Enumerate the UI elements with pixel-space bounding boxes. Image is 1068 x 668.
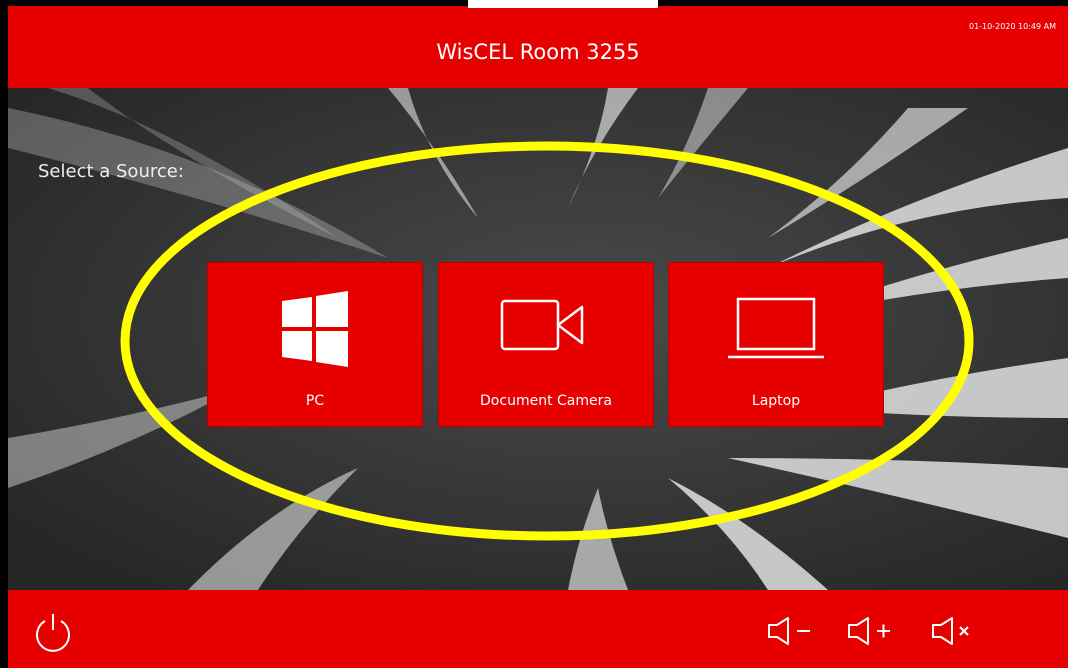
source-button-pc[interactable]: PC xyxy=(207,262,423,427)
volume-down-icon xyxy=(768,617,810,645)
power-icon xyxy=(36,614,70,652)
select-source-label: Select a Source: xyxy=(38,161,184,182)
laptop-icon xyxy=(728,297,824,359)
power-button[interactable] xyxy=(32,612,74,658)
mute-icon xyxy=(932,617,969,645)
source-selection-area: Select a Source: PC Document Camera Lapt… xyxy=(8,88,1068,590)
mute-button[interactable] xyxy=(930,616,986,650)
source-label-laptop: Laptop xyxy=(751,393,801,409)
volume-up-button[interactable] xyxy=(846,616,902,650)
volume-up-icon xyxy=(848,617,890,645)
touch-panel-screen: WisCEL Room 3255 01-10-2020 10:49 AM Sel… xyxy=(0,0,1068,668)
volume-down-button[interactable] xyxy=(766,616,822,650)
room-title: WisCEL Room 3255 xyxy=(436,40,640,64)
source-button-laptop[interactable]: Laptop xyxy=(668,262,884,427)
source-label-document-camera: Document Camera xyxy=(480,393,612,409)
source-button-document-camera[interactable]: Document Camera xyxy=(438,262,654,427)
top-notch xyxy=(468,0,658,8)
datetime-display: 01-10-2020 10:49 AM xyxy=(968,22,1056,31)
source-label-pc: PC xyxy=(305,393,325,409)
control-bar xyxy=(8,590,1068,668)
header-bar: WisCEL Room 3255 01-10-2020 10:49 AM xyxy=(8,6,1068,88)
video-camera-icon xyxy=(500,299,584,351)
windows-icon xyxy=(282,291,348,367)
